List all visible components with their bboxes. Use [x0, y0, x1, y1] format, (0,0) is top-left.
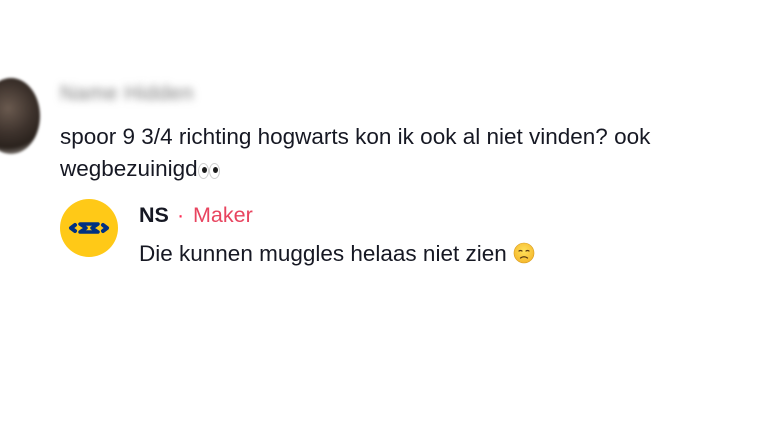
reply-author-name[interactable]: NS [139, 203, 169, 228]
comment-body: spoor 9 3/4 richting hogwarts kon ik ook… [60, 121, 760, 185]
ns-logo-icon [69, 222, 109, 234]
eyes-emoji-icon [197, 162, 220, 179]
disappointed-face-emoji-icon [513, 242, 535, 264]
reply-text: Die kunnen muggles helaas niet zien [139, 241, 507, 266]
comment-author-name[interactable]: Name Hidden [60, 82, 194, 106]
creator-badge: Maker [193, 203, 253, 227]
reply-separator: · [177, 203, 185, 227]
user-avatar[interactable] [0, 78, 40, 154]
comment-text: spoor 9 3/4 richting hogwarts kon ik ook… [60, 124, 651, 181]
comments-page: Name Hidden spoor 9 3/4 richting hogwart… [0, 0, 760, 427]
ns-avatar[interactable] [60, 199, 118, 257]
reply-body: Die kunnen muggles helaas niet zien [139, 239, 535, 269]
